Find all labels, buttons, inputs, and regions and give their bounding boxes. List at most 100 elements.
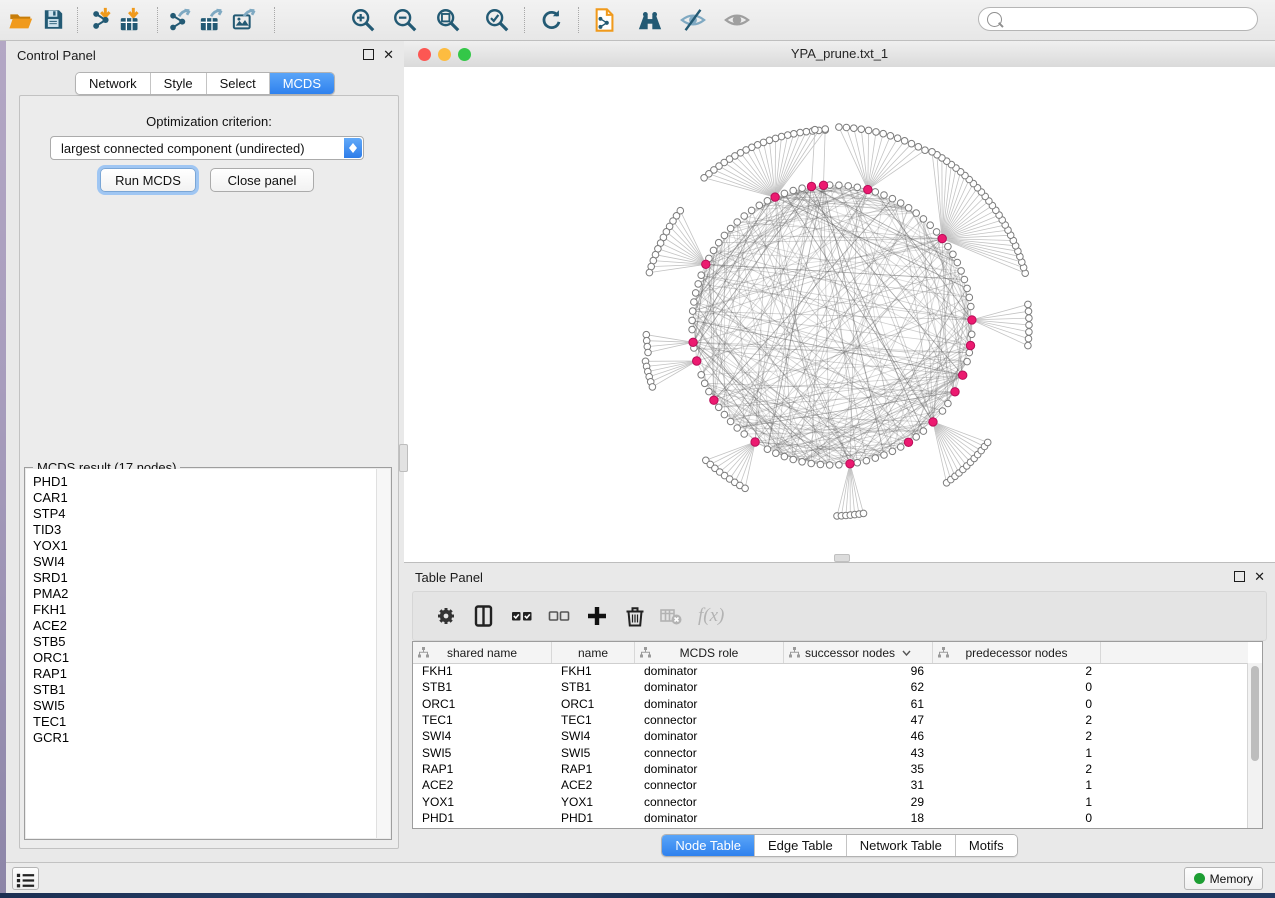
graph-node[interactable]: [799, 459, 806, 466]
graph-node[interactable]: [689, 326, 696, 333]
graph-node[interactable]: [812, 126, 819, 133]
graph-node[interactable]: [880, 130, 887, 137]
graph-node[interactable]: [764, 446, 771, 453]
graph-node[interactable]: [901, 138, 908, 145]
cell-shared-name[interactable]: ORC1: [413, 697, 552, 711]
cell-successor-nodes[interactable]: 35: [784, 762, 933, 776]
cell-successor-nodes[interactable]: 29: [784, 795, 933, 809]
table-row[interactable]: TEC1TEC1connector472: [413, 712, 1248, 728]
cell-MCDS-role[interactable]: dominator: [635, 664, 784, 678]
graph-node[interactable]: [721, 411, 728, 418]
graph-node[interactable]: [964, 285, 971, 292]
cell-MCDS-role[interactable]: dominator: [635, 680, 784, 694]
tab-style[interactable]: Style: [151, 73, 207, 94]
mcds-result-item[interactable]: TEC1: [33, 714, 374, 730]
graph-node[interactable]: [887, 133, 894, 140]
graph-node-selected[interactable]: [929, 418, 937, 426]
cell-successor-nodes[interactable]: 96: [784, 664, 933, 678]
function-builder-icon[interactable]: f(x): [696, 601, 726, 631]
memory-button[interactable]: Memory: [1184, 867, 1263, 890]
graph-node[interactable]: [854, 184, 861, 191]
graph-node[interactable]: [915, 144, 922, 151]
graph-node[interactable]: [646, 269, 653, 276]
graph-node[interactable]: [894, 135, 901, 142]
select-all-rows-icon[interactable]: [507, 601, 537, 631]
cell-predecessor-nodes[interactable]: 0: [933, 680, 1101, 694]
column-visibility-icon[interactable]: [469, 601, 499, 631]
network-window-titlebar[interactable]: YPA_prune.txt_1: [404, 41, 1275, 68]
table-row[interactable]: ORC1ORC1dominator610: [413, 696, 1248, 712]
graph-node[interactable]: [692, 290, 699, 297]
cell-name[interactable]: SWI5: [552, 746, 635, 760]
graph-node[interactable]: [741, 213, 748, 220]
show-panels-list-button[interactable]: [12, 867, 39, 890]
mcds-result-item[interactable]: RAP1: [33, 666, 374, 682]
criterion-dropdown[interactable]: largest connected component (undirected): [50, 136, 364, 160]
cell-name[interactable]: FKH1: [552, 664, 635, 678]
delete-column-icon[interactable]: [620, 601, 650, 631]
graph-node[interactable]: [1025, 301, 1032, 308]
column-header-MCDS-role[interactable]: MCDS role: [635, 642, 784, 663]
cell-shared-name[interactable]: SWI4: [413, 729, 552, 743]
graph-node[interactable]: [913, 210, 920, 217]
graph-node[interactable]: [920, 216, 927, 223]
cell-predecessor-nodes[interactable]: 0: [933, 697, 1101, 711]
graph-node[interactable]: [741, 431, 748, 438]
graph-node[interactable]: [945, 243, 952, 250]
graph-node[interactable]: [881, 192, 888, 199]
cell-successor-nodes[interactable]: 46: [784, 729, 933, 743]
graph-node[interactable]: [689, 308, 696, 315]
graph-node[interactable]: [1025, 308, 1032, 315]
graph-node[interactable]: [927, 222, 934, 229]
graph-node[interactable]: [950, 251, 957, 258]
tab-motifs[interactable]: Motifs: [956, 835, 1017, 856]
graph-node-selected[interactable]: [710, 396, 718, 404]
cell-predecessor-nodes[interactable]: 2: [933, 729, 1101, 743]
graph-node[interactable]: [913, 434, 920, 441]
graph-node[interactable]: [836, 462, 843, 469]
open-session-icon[interactable]: [6, 6, 36, 34]
vertical-splitter-handle[interactable]: [399, 444, 408, 472]
mcds-result-item[interactable]: SWI5: [33, 698, 374, 714]
export-image-icon[interactable]: [230, 6, 260, 34]
cell-successor-nodes[interactable]: 61: [784, 697, 933, 711]
cell-predecessor-nodes[interactable]: 1: [933, 778, 1101, 792]
add-column-icon[interactable]: [582, 601, 612, 631]
graph-node-selected[interactable]: [751, 438, 759, 446]
zoom-selected-icon[interactable]: [482, 6, 512, 34]
cell-MCDS-role[interactable]: connector: [635, 778, 784, 792]
mcds-result-item[interactable]: PHD1: [33, 474, 374, 490]
graph-node[interactable]: [826, 462, 833, 469]
table-row[interactable]: RAP1RAP1dominator352: [413, 761, 1248, 777]
cell-shared-name[interactable]: ACE2: [413, 778, 552, 792]
search-box[interactable]: [978, 7, 1258, 31]
column-header-name[interactable]: name: [552, 642, 635, 663]
graph-node[interactable]: [715, 404, 722, 411]
table-row[interactable]: YOX1YOX1connector291: [413, 793, 1248, 809]
cell-name[interactable]: ACE2: [552, 778, 635, 792]
import-network-icon[interactable]: [88, 6, 118, 34]
graph-node[interactable]: [1026, 315, 1033, 322]
graph-node[interactable]: [908, 140, 915, 147]
cell-name[interactable]: YOX1: [552, 795, 635, 809]
graph-node[interactable]: [858, 126, 865, 133]
cell-shared-name[interactable]: YOX1: [413, 795, 552, 809]
graph-node[interactable]: [698, 372, 705, 379]
mcds-result-item[interactable]: SWI4: [33, 554, 374, 570]
cell-name[interactable]: ORC1: [552, 697, 635, 711]
cell-shared-name[interactable]: FKH1: [413, 664, 552, 678]
tab-edge-table[interactable]: Edge Table: [755, 835, 847, 856]
graph-node-selected[interactable]: [959, 371, 967, 379]
cell-predecessor-nodes[interactable]: 2: [933, 664, 1101, 678]
tab-network[interactable]: Network: [76, 73, 151, 94]
graph-node-selected[interactable]: [702, 260, 710, 268]
table-scrollbar-thumb[interactable]: [1251, 666, 1259, 761]
graph-node[interactable]: [872, 189, 879, 196]
graph-node[interactable]: [797, 129, 804, 136]
float-window-icon[interactable]: [363, 49, 374, 60]
graph-node[interactable]: [727, 418, 734, 425]
cell-predecessor-nodes[interactable]: 0: [933, 811, 1101, 825]
graph-node[interactable]: [701, 175, 708, 182]
network-canvas[interactable]: [404, 67, 1275, 562]
cell-MCDS-role[interactable]: connector: [635, 746, 784, 760]
